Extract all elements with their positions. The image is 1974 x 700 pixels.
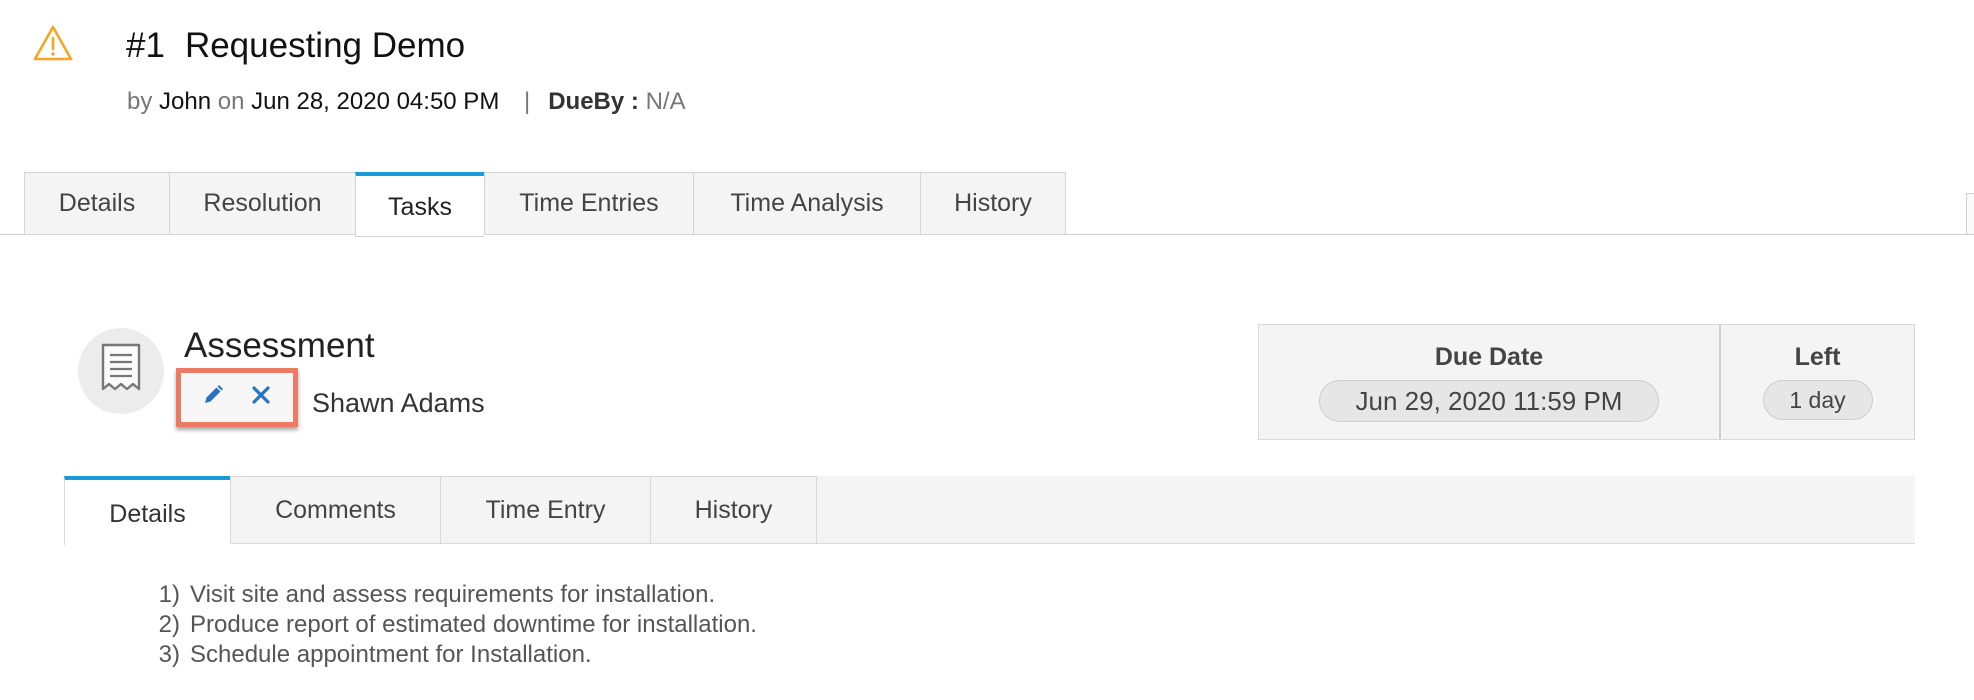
list-item-number: 3) [158,641,180,668]
close-icon [251,385,271,410]
side-panel-toggle[interactable] [1966,193,1974,235]
meta-separator: | [523,88,531,115]
author-name: John [159,88,212,115]
task-actions [176,368,298,427]
task-assignee: Shawn Adams [312,388,485,418]
task-description: 1) Visit site and assess requirements for… [142,580,757,670]
time-left-label: Left [1794,343,1841,371]
tab-history[interactable]: History [920,172,1066,235]
subtab-details[interactable]: Details [64,476,230,545]
tab-tasks[interactable]: Tasks [355,172,484,237]
subtab-time-entry[interactable]: Time Entry [440,476,650,544]
main-tabs: Details Resolution Tasks Time Entries Ti… [24,172,1066,237]
pencil-icon [201,383,225,412]
due-date-value: Jun 29, 2020 11:59 PM [1319,380,1659,422]
list-item-number: 2) [158,611,180,638]
due-date-column: Due Date Jun 29, 2020 11:59 PM [1259,325,1721,439]
receipt-document-icon [99,342,143,401]
warning-triangle-icon [32,24,74,62]
ticket-number: #1 [126,26,165,65]
due-date-panel: Due Date Jun 29, 2020 11:59 PM Left 1 da… [1258,324,1915,440]
on-label: on [217,88,245,115]
list-item-text: Schedule appointment for Installation. [190,641,592,668]
ticket-meta: by John on Jun 28, 2020 04:50 PM | DueBy … [127,88,686,116]
subtab-history[interactable]: History [650,476,817,544]
task-title: Assessment [184,326,375,365]
list-item: 1) Visit site and assess requirements for… [142,580,757,610]
by-label: by [127,88,153,115]
ticket-title: #1 Requesting Demo [126,26,465,66]
dueby-label: DueBy : [548,88,639,115]
ticket-subject: Requesting Demo [184,26,466,65]
tab-time-analysis[interactable]: Time Analysis [693,172,920,235]
list-item: 3) Schedule appointment for Installation. [142,640,757,670]
time-left-value: 1 day [1762,380,1873,420]
time-left-column: Left 1 day [1721,325,1914,439]
task-sub-tabs: Details Comments Time Entry History [64,476,817,545]
list-item: 2) Produce report of estimated downtime f… [142,610,757,640]
list-item-text: Produce report of estimated downtime for… [190,611,757,638]
created-date: Jun 28, 2020 04:50 PM [251,88,500,115]
delete-task-button[interactable] [245,382,277,414]
dueby-value: N/A [645,88,686,115]
list-item-number: 1) [158,581,180,608]
list-item-text: Visit site and assess requirements for i… [190,581,716,608]
tab-resolution[interactable]: Resolution [169,172,355,235]
due-date-label: Due Date [1434,343,1544,371]
tab-time-entries[interactable]: Time Entries [484,172,693,235]
subtab-comments[interactable]: Comments [230,476,440,544]
edit-task-button[interactable] [197,382,229,414]
task-avatar [78,328,164,414]
tab-details[interactable]: Details [24,172,169,235]
